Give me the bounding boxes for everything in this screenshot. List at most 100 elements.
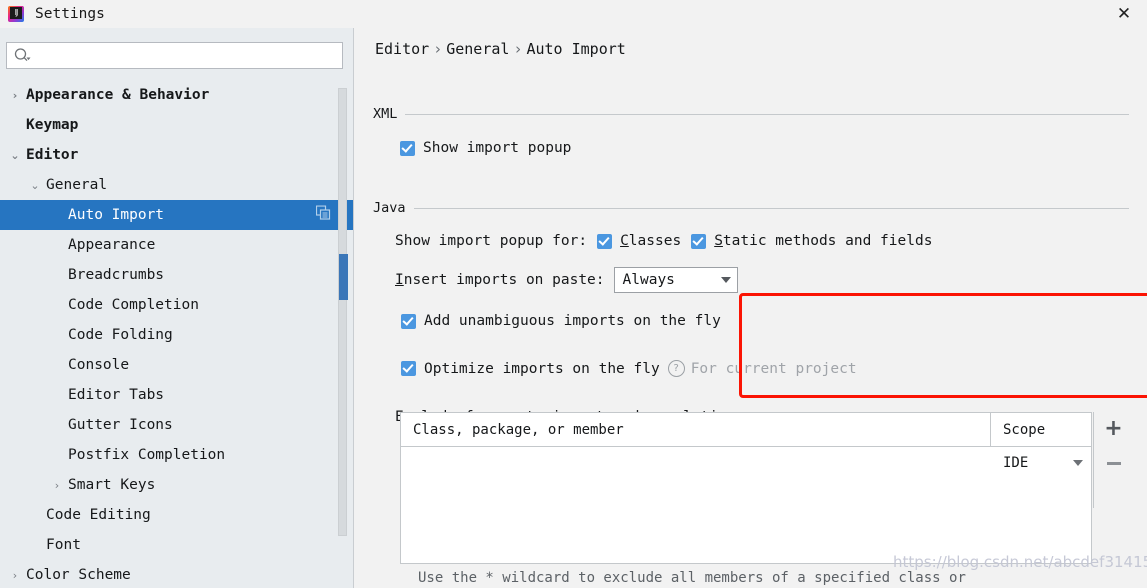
sidebar-item-smart-keys[interactable]: › Smart Keys [0, 470, 353, 500]
tree-twisty-placeholder [50, 419, 64, 432]
sidebar-item-gutter-icons[interactable]: Gutter Icons [0, 410, 353, 440]
sidebar-scrollbar-thumb[interactable] [339, 254, 348, 300]
sidebar-item-label: Color Scheme [26, 567, 131, 583]
chevron-down-icon[interactable]: ⌄ [28, 179, 42, 192]
insert-imports-label-rest: nsert imports on paste: [403, 272, 605, 288]
sidebar-item-console[interactable]: Console [0, 350, 353, 380]
java-group-header: Java [373, 200, 1129, 216]
exclusions-table-buttons: + [1093, 412, 1133, 508]
chevron-down-icon [720, 277, 731, 283]
classes-checkbox[interactable] [597, 233, 613, 249]
sidebar-item-editor-tabs[interactable]: Editor Tabs [0, 380, 353, 410]
column-header-member[interactable]: Class, package, or member [401, 413, 991, 446]
sidebar-item-appearance[interactable]: Appearance [0, 230, 353, 260]
sidebar-item-general[interactable]: ⌄ General [0, 170, 353, 200]
cell-scope[interactable]: IDE [991, 455, 1091, 471]
classes-mnemonic: C [620, 233, 629, 249]
cell-scope-value: IDE [1003, 455, 1029, 471]
tree-twisty-placeholder [50, 359, 64, 372]
sidebar-item-breadcrumbs[interactable]: Breadcrumbs [0, 260, 353, 290]
breadcrumb-part-general[interactable]: General [446, 40, 509, 58]
sidebar-item-label: Console [68, 357, 130, 373]
settings-tree: › Appearance & Behavior Keymap ⌄ Editor ⌄ Gen… [0, 80, 353, 588]
static-methods-checkbox[interactable] [691, 233, 707, 249]
breadcrumb-separator-1: › [433, 40, 443, 58]
sidebar-item-code-folding[interactable]: Code Folding [0, 320, 353, 350]
chevron-right-icon[interactable]: › [8, 569, 22, 582]
sidebar-item-keymap[interactable]: Keymap [0, 110, 353, 140]
exclusions-table[interactable]: Class, package, or member Scope IDE [400, 412, 1092, 564]
window-title: Settings [35, 6, 105, 22]
add-unambiguous-imports-checkbox[interactable] [401, 313, 416, 329]
java-group-title: Java [373, 200, 406, 216]
remove-exclusion-button[interactable] [1097, 446, 1131, 480]
sidebar-item-label: Code Completion [68, 297, 199, 313]
highlight-annotation-box [739, 293, 1147, 398]
tree-twisty-placeholder [28, 539, 42, 552]
sidebar-scrollbar-track[interactable] [338, 88, 348, 536]
chevron-down-icon[interactable]: ⌄ [8, 149, 22, 162]
sidebar-item-label: General [46, 177, 108, 193]
table-row[interactable]: IDE [401, 447, 1091, 479]
sidebar-item-label: Auto Import [68, 207, 165, 223]
chevron-right-icon[interactable]: › [8, 89, 22, 102]
settings-sidebar: › Appearance & Behavior Keymap ⌄ Editor ⌄ Gen… [0, 28, 354, 588]
chevron-down-icon[interactable] [1073, 460, 1083, 466]
insert-imports-on-paste-row: Insert imports on paste: Always [395, 267, 738, 293]
exclusions-table-header: Class, package, or member Scope [401, 413, 1091, 447]
tree-twisty-placeholder [50, 269, 64, 282]
static-methods-label-rest: tatic methods and fields [722, 233, 933, 249]
search-input[interactable] [35, 47, 342, 64]
close-icon[interactable]: ✕ [1101, 0, 1147, 28]
settings-window: Settings ✕ › Appearance & Behavior Keymap… [0, 0, 1147, 588]
optimize-imports-checkbox[interactable] [401, 361, 416, 376]
sidebar-item-label: Appearance [68, 237, 156, 253]
sidebar-item-label: Breadcrumbs [68, 267, 165, 283]
plus-icon: + [1104, 416, 1123, 441]
breadcrumb-part-editor[interactable]: Editor [375, 40, 429, 58]
sidebar-item-label: Postfix Completion [68, 447, 226, 463]
sidebar-item-code-editing[interactable]: Code Editing [0, 500, 353, 530]
sidebar-item-appearance-behavior[interactable]: › Appearance & Behavior [0, 80, 353, 110]
sidebar-item-auto-import[interactable]: Auto Import [0, 200, 353, 230]
show-import-popup-xml-checkbox[interactable] [400, 140, 415, 156]
classes-label-rest: lasses [628, 233, 682, 249]
sidebar-item-color-scheme[interactable]: › Color Scheme [0, 560, 353, 588]
add-exclusion-button[interactable]: + [1097, 412, 1131, 446]
show-import-popup-xml-row[interactable]: Show import popup [400, 140, 571, 156]
xml-group-divider [405, 113, 1129, 115]
tree-twisty-placeholder [28, 509, 42, 522]
search-icon [14, 48, 31, 63]
tree-twisty-placeholder [50, 299, 64, 312]
xml-group-header: XML [373, 106, 1129, 122]
sidebar-item-label: Editor [26, 147, 79, 163]
copy-settings-icon[interactable] [315, 205, 331, 225]
sidebar-item-label: Code Folding [68, 327, 173, 343]
sidebar-item-label: Font [46, 537, 81, 553]
sidebar-item-label: Appearance & Behavior [26, 87, 210, 103]
search-box[interactable] [6, 42, 343, 69]
sidebar-item-label: Code Editing [46, 507, 151, 523]
xml-group-title: XML [373, 106, 398, 122]
add-unambiguous-imports-label: Add unambiguous imports on the fly [424, 313, 721, 329]
insert-imports-on-paste-dropdown[interactable]: Always [613, 267, 738, 293]
tree-twisty-placeholder [50, 239, 64, 252]
static-methods-mnemonic: S [714, 233, 723, 249]
tree-twisty-placeholder [50, 389, 64, 402]
intellij-idea-logo-icon [8, 6, 24, 22]
classes-label: Classes [620, 233, 681, 249]
optimize-imports-row[interactable]: Optimize imports on the fly ? For curren… [401, 360, 857, 377]
sidebar-item-code-completion[interactable]: Code Completion [0, 290, 353, 320]
show-import-popup-xml-label: Show import popup [423, 140, 572, 156]
chevron-right-icon[interactable]: › [50, 479, 64, 492]
sidebar-item-label: Keymap [26, 117, 79, 133]
tree-twisty-placeholder [50, 329, 64, 342]
add-unambiguous-imports-row[interactable]: Add unambiguous imports on the fly [401, 313, 721, 329]
question-mark-icon[interactable]: ? [667, 360, 685, 377]
sidebar-item-font[interactable]: Font [0, 530, 353, 560]
sidebar-item-editor[interactable]: ⌄ Editor [0, 140, 353, 170]
insert-imports-on-paste-value: Always [622, 272, 675, 288]
column-header-scope[interactable]: Scope [991, 413, 1091, 446]
sidebar-item-postfix-completion[interactable]: Postfix Completion [0, 440, 353, 470]
wildcard-footnote: Use the * wildcard to exclude all member… [418, 570, 966, 586]
